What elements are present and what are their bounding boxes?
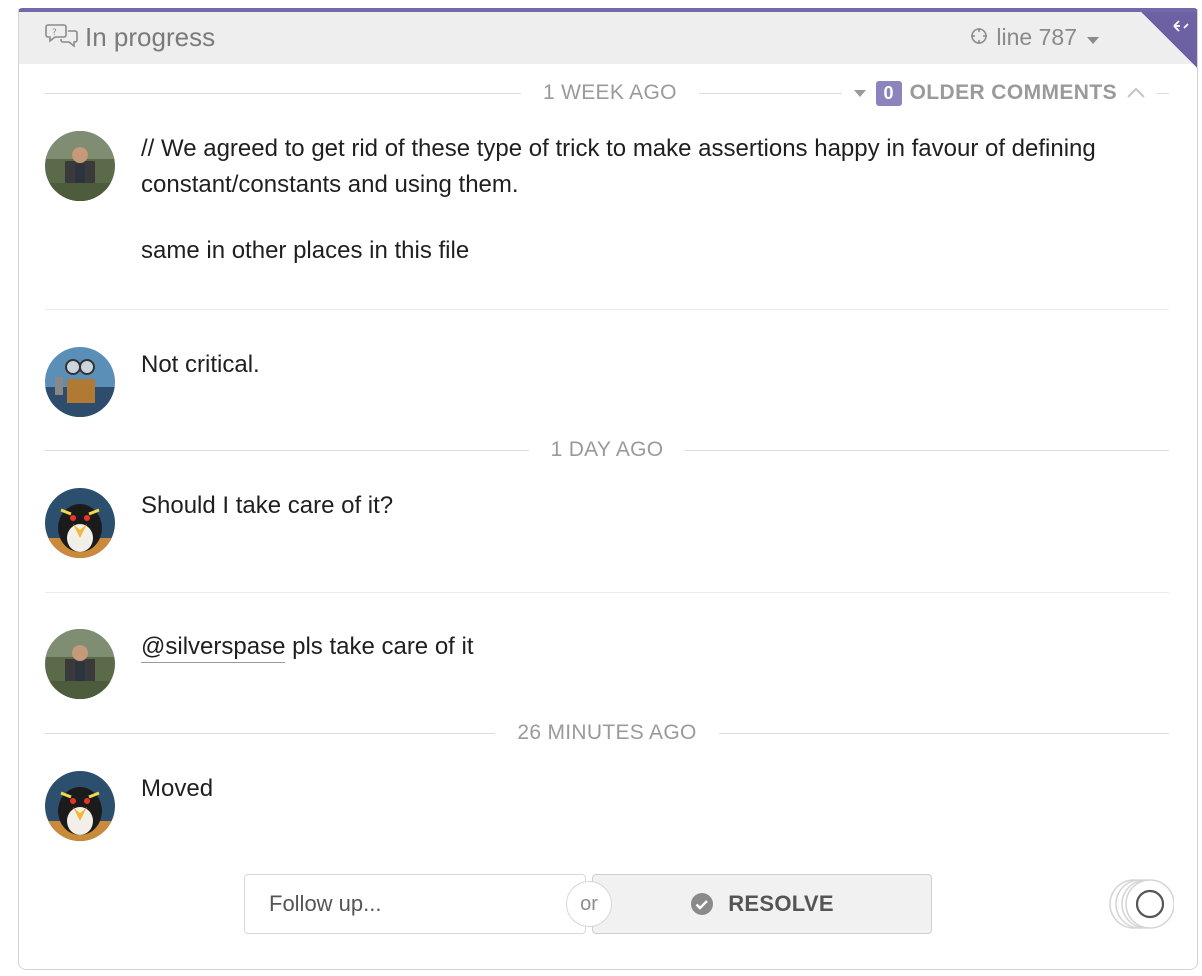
resolve-button[interactable]: RESOLVE [592,874,932,934]
speech-bubbles-icon: ? [45,22,79,53]
check-circle-icon [691,893,714,915]
older-comments-count: 0 [875,80,902,106]
comment-paragraph: same in other places in this file [141,237,470,264]
reply-bar: or RESOLVE [244,874,934,934]
thread-header: ? In progress line 787 [19,12,1197,68]
resolve-label: RESOLVE [728,891,834,916]
comment-divider [45,592,1169,593]
follow-up-input[interactable] [244,874,586,934]
line-reference-dropdown[interactable]: line 787 [970,24,1101,51]
comment-text-rest: pls take care of it [285,633,474,660]
avatar[interactable] [45,629,115,699]
comment-text: Moved [141,775,214,802]
time-separator-minutes: 26 MINUTES AGO [45,718,1169,748]
collapse-corner-toggle[interactable] [1141,12,1197,68]
comment-item: Not critical. [45,347,1169,417]
older-comments-label: OLDER COMMENTS [909,81,1117,104]
avatar[interactable] [45,488,115,558]
caret-down-icon [1085,24,1101,51]
loading-spinner-icon [1104,878,1175,930]
comment-item: Should I take care of it? [45,488,1169,558]
line-reference-label: line 787 [996,24,1077,50]
comment-item: Moved [45,771,1169,841]
avatar[interactable] [45,131,115,201]
older-comments-toggle[interactable]: 0 OLDER COMMENTS [842,80,1157,106]
comment-item: // We agreed to get rid of these type of… [45,131,1169,281]
time-label: 1 DAY AGO [550,438,664,461]
or-divider: or [566,881,612,927]
chevron-up-icon [1127,87,1145,98]
comment-text: @silverspase pls take care of it [141,629,1109,665]
arrows-icon [1173,20,1189,32]
status-label: In progress [85,22,216,52]
user-mention-link[interactable]: @silverspase [141,633,286,663]
comment-text: // We agreed to get rid of these type of… [141,131,1109,269]
comment-item: @silverspase pls take care of it [45,629,1169,699]
time-label: 26 MINUTES AGO [517,721,697,744]
time-label: 1 WEEK AGO [543,81,677,104]
comment-text: Should I take care of it? [141,492,394,519]
comment-text: Not critical. [141,351,260,378]
time-separator-week: 1 WEEK AGO 0 OLDER COMMENTS [45,78,1169,108]
comment-paragraph: // We agreed to get rid of these type of… [141,135,1096,198]
avatar[interactable] [45,771,115,841]
time-separator-day: 1 DAY AGO [45,435,1169,465]
caret-down-icon [853,90,866,97]
avatar[interactable] [45,347,115,417]
svg-text:?: ? [52,28,57,38]
thread-status[interactable]: ? In progress [45,22,215,53]
comment-thread-panel: ? In progress line 787 1 WEEK AGO 0 OLDE… [18,8,1198,970]
crosshair-icon [970,24,988,51]
comment-divider [45,309,1169,310]
